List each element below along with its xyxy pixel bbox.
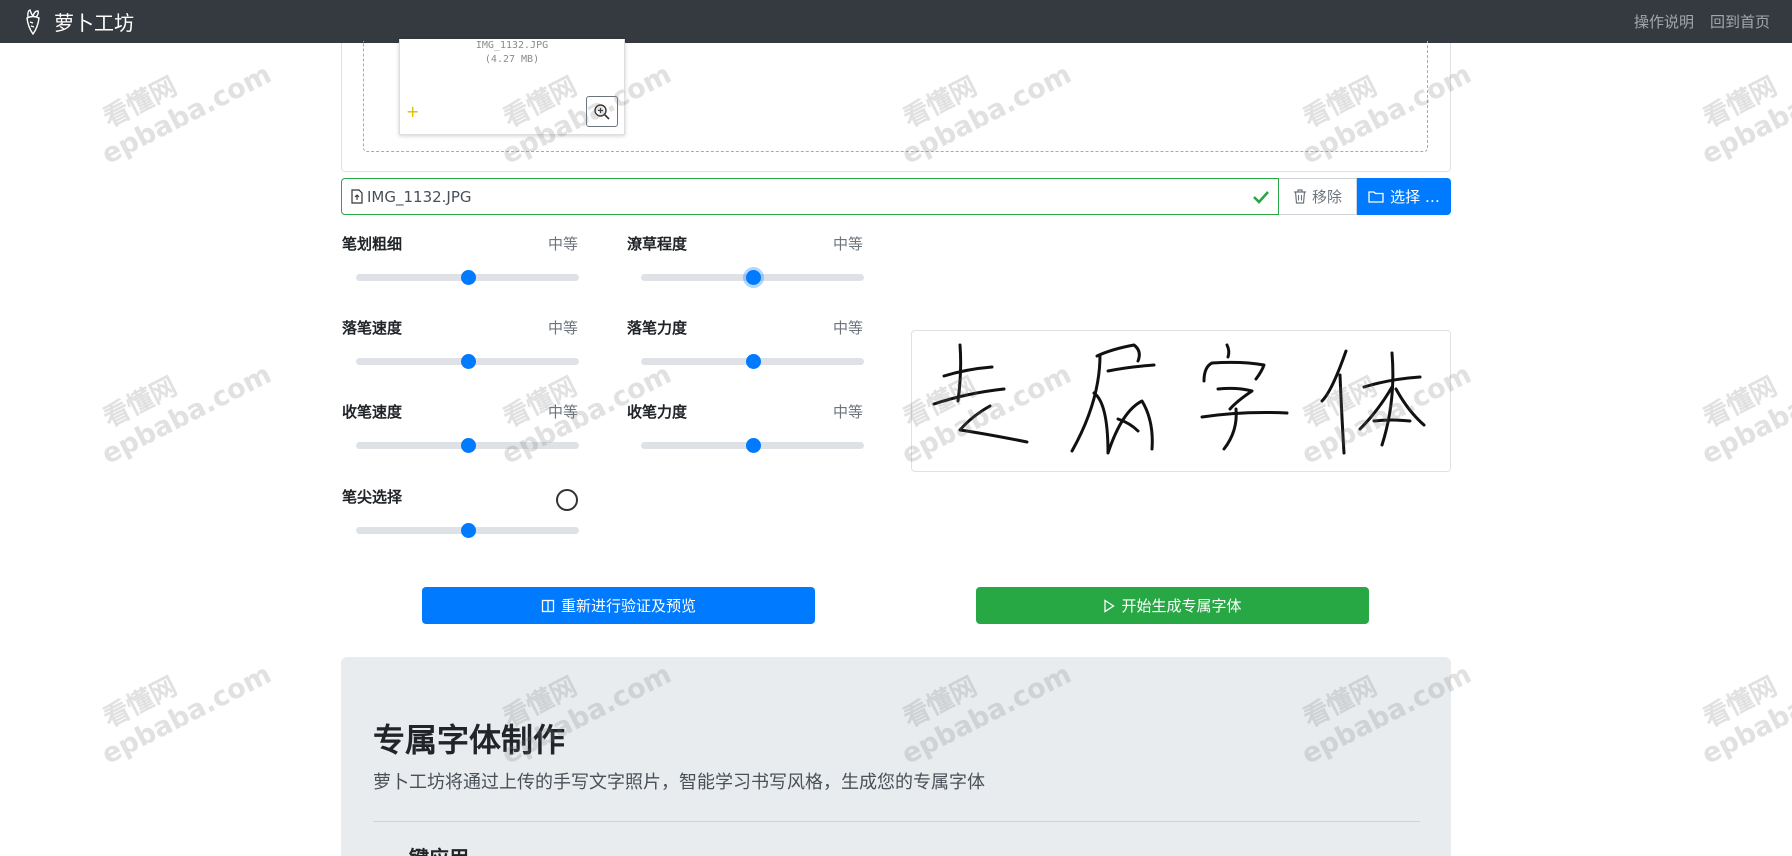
watermark: 看懂网 epbaba.com (80, 626, 277, 771)
watermark: 看懂网 epbaba.com (80, 326, 277, 471)
file-caption[interactable]: IMG_1132.JPG (341, 178, 1279, 215)
zoom-button[interactable] (586, 96, 618, 127)
watermark-line-1: 看懂网 (98, 671, 182, 734)
generate-font-button[interactable]: 开始生成专属字体 (976, 587, 1369, 624)
slider-value: 中等 (832, 235, 863, 253)
watermark: 看懂网 epbaba.com (1680, 326, 1792, 471)
slider-track[interactable] (641, 270, 864, 285)
watermark-line-1: 看懂网 (1698, 671, 1782, 734)
brand-title: 萝卜工坊 (54, 11, 134, 35)
upload-card: IMG_1132.JPG (4.27 MB) + (341, 39, 1451, 172)
play-icon (1104, 598, 1116, 613)
watermark-line-2: epbaba.com (96, 58, 277, 171)
handwriting-preview (911, 330, 1451, 472)
slider-pen-down-force: 落笔力度 中等 (626, 318, 864, 388)
slider-value: 中等 (547, 403, 578, 421)
slider-handle[interactable] (745, 354, 761, 369)
slider-handle[interactable] (460, 438, 476, 453)
divider (373, 821, 1420, 822)
remove-file-label: 移除 (1311, 188, 1342, 206)
zoom-in-icon (594, 103, 610, 120)
slider-label: 收笔力度 (627, 403, 688, 421)
file-caption-text: IMG_1132.JPG (367, 187, 472, 206)
plus-icon: + (406, 102, 420, 121)
watermark-line-2: epbaba.com (96, 358, 277, 471)
brand-link[interactable]: 萝卜工坊 (22, 0, 134, 43)
slider-label: 落笔力度 (627, 319, 688, 337)
watermark-line-1: 看懂网 (1698, 371, 1782, 434)
watermark-line-1: 看懂网 (98, 371, 182, 434)
slider-track[interactable] (356, 523, 579, 538)
slider-label: 潦草程度 (627, 235, 688, 253)
intro-title: 专属字体制作 (373, 721, 566, 759)
generate-font-label: 开始生成专属字体 (1121, 597, 1242, 615)
nav-link-home[interactable]: 回到首页 (1710, 11, 1770, 32)
trash-icon (1293, 189, 1306, 204)
file-drop-zone[interactable]: IMG_1132.JPG (4.27 MB) + (363, 39, 1428, 152)
slider-track[interactable] (641, 438, 864, 453)
slider-sloppiness: 潦草程度 中等 (626, 234, 864, 304)
file-input-group: IMG_1132.JPG 移除 选择 … (341, 178, 1451, 215)
watermark: 看懂网 epbaba.com (1680, 26, 1792, 171)
pen-tip-circle-icon[interactable] (556, 489, 578, 511)
file-thumbnail: IMG_1132.JPG (4.27 MB) + (399, 39, 625, 135)
slider-label: 落笔速度 (342, 319, 403, 337)
remove-file-button[interactable]: 移除 (1279, 178, 1357, 215)
slider-track[interactable] (356, 354, 579, 369)
slider-handle[interactable] (460, 523, 476, 538)
slider-pen-tip: 笔尖选择 (341, 487, 579, 557)
book-icon (541, 599, 555, 612)
thumbnail-file-name: IMG_1132.JPG (475, 40, 549, 51)
watermark: 看懂网 epbaba.com (1680, 626, 1792, 771)
nav-link-instructions[interactable]: 操作说明 (1634, 11, 1694, 32)
slider-pen-up-speed: 收笔速度 中等 (341, 402, 579, 472)
verify-preview-button[interactable]: 重新进行验证及预览 (422, 587, 815, 624)
navbar: 萝卜工坊 操作说明 回到首页 (0, 0, 1792, 43)
slider-handle[interactable] (460, 354, 476, 369)
thumbnail-file-size: (4.27 MB) (484, 54, 540, 65)
slider-track[interactable] (356, 270, 579, 285)
watermark: 看懂网 epbaba.com (80, 26, 277, 171)
slider-label: 笔尖选择 (342, 488, 403, 506)
handwriting-preview-image (932, 343, 1426, 455)
nav-links: 操作说明 回到首页 (1634, 0, 1770, 43)
intro-subheading: 一键应用 (389, 845, 469, 856)
slider-track[interactable] (356, 438, 579, 453)
slider-value: 中等 (832, 319, 863, 337)
intro-panel: 专属字体制作 萝卜工坊将通过上传的手写文字照片，智能学习书写风格，生成您的专属字… (341, 657, 1451, 856)
slider-value: 中等 (547, 235, 578, 253)
slider-label: 笔划粗细 (342, 235, 403, 253)
intro-lead: 萝卜工坊将通过上传的手写文字照片，智能学习书写风格，生成您的专属字体 (373, 772, 985, 793)
check-icon (1253, 191, 1269, 204)
watermark-line-2: epbaba.com (1696, 658, 1792, 771)
slider-label: 收笔速度 (342, 403, 403, 421)
slider-track[interactable] (641, 354, 864, 369)
slider-stroke-width: 笔划粗细 中等 (341, 234, 579, 304)
watermark-line-2: epbaba.com (96, 658, 277, 771)
carrot-icon (26, 8, 40, 35)
folder-icon (1368, 191, 1384, 203)
slider-value: 中等 (832, 403, 863, 421)
file-icon (351, 189, 363, 204)
slider-value: 中等 (547, 319, 578, 337)
slider-pen-up-force: 收笔力度 中等 (626, 402, 864, 472)
choose-file-button[interactable]: 选择 … (1357, 178, 1451, 215)
verify-preview-label: 重新进行验证及预览 (560, 597, 696, 615)
slider-handle[interactable] (745, 438, 761, 453)
slider-handle[interactable] (745, 270, 761, 285)
choose-file-label: 选择 … (1390, 188, 1440, 206)
slider-handle[interactable] (460, 270, 476, 285)
slider-pen-down-speed: 落笔速度 中等 (341, 318, 579, 388)
watermark-line-2: epbaba.com (1696, 58, 1792, 171)
watermark-line-2: epbaba.com (1696, 358, 1792, 471)
